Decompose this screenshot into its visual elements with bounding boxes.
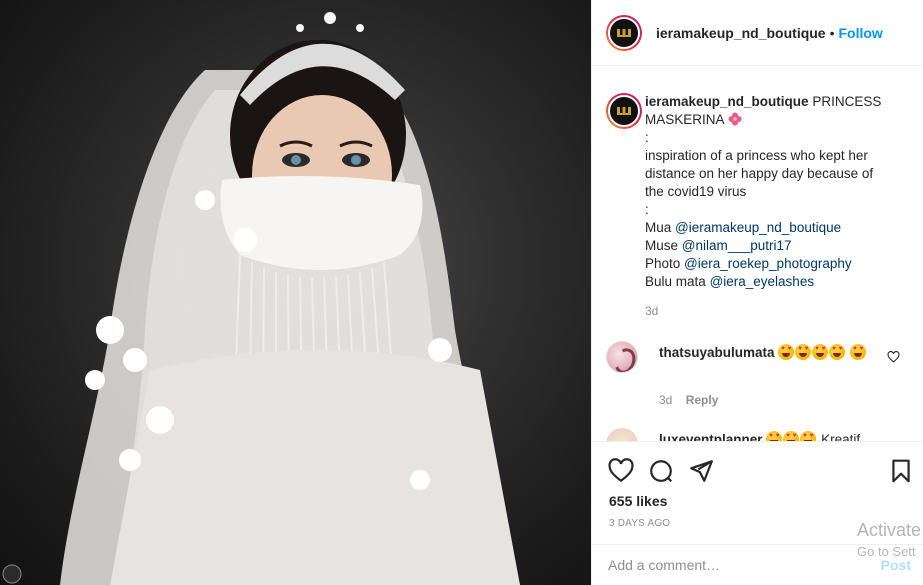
likes-count[interactable]: 655 likes: [609, 493, 667, 509]
windows-activation-watermark: Activate Go to Sett: [857, 520, 921, 560]
grimace-emoji-group: [766, 431, 821, 441]
credit-label: Mua: [645, 220, 672, 235]
credit-mention[interactable]: @nilam___putri17: [682, 238, 792, 253]
bride-illustration: [2, 12, 520, 585]
credit-label: Photo: [645, 256, 681, 271]
comment-like-heart-icon[interactable]: [887, 351, 900, 363]
commenter-avatar[interactable]: [606, 341, 638, 373]
credit-label: Bulu mata: [645, 274, 706, 289]
emoji: [783, 431, 800, 441]
caption-line: inspiration of a princess who kept her d…: [645, 148, 874, 199]
comment-input[interactable]: [608, 557, 838, 573]
post-timestamp[interactable]: 3 DAYS AGO: [609, 518, 670, 529]
heart-eyes-emoji-group: [778, 344, 867, 360]
credit-mention[interactable]: @iera_roekep_photography: [684, 256, 852, 271]
heart-eyes-emoji: [778, 344, 795, 360]
caption-line: :: [645, 202, 649, 217]
post-photo[interactable]: [0, 0, 591, 585]
author-avatar[interactable]: [606, 14, 642, 51]
header-separator: •: [829, 24, 835, 41]
heart-eyes-emoji: [829, 344, 846, 360]
comment-bubble-icon[interactable]: [648, 458, 674, 484]
credit-line: Bulu mata @iera_eyelashes: [645, 273, 895, 291]
caption-username[interactable]: ieramakeup_nd_boutique: [645, 94, 809, 109]
save-bookmark-icon[interactable]: [888, 458, 914, 484]
caption-line: :: [645, 130, 649, 145]
credit-line: Muse @nilam___putri17: [645, 237, 895, 255]
comment-time[interactable]: 3d: [659, 393, 672, 407]
credit-line: Photo @iera_roekep_photography: [645, 255, 895, 273]
post-header: ieramakeup_nd_boutique • Follow: [592, 0, 923, 66]
watermark-line: Activate: [857, 520, 922, 540]
emoji: [800, 431, 817, 441]
watermark-line: Go to Sett: [857, 544, 916, 559]
author-username[interactable]: ieramakeup_nd_boutique: [656, 25, 826, 41]
credit-label: Muse: [645, 238, 679, 253]
credit-mention[interactable]: @iera_eyelashes: [710, 274, 815, 289]
comment-text: Kreatif: [821, 432, 861, 441]
credit-line: Mua @ieramakeup_nd_boutique: [645, 219, 895, 237]
commenter-avatar[interactable]: [606, 428, 638, 441]
follow-button[interactable]: Follow: [839, 25, 883, 41]
comment-meta: 3d Reply: [659, 393, 718, 407]
comments-section[interactable]: ieramakeup_nd_boutique PRINCESS MASKERIN…: [592, 67, 923, 441]
comment-item: luxeventplanner Kreatif: [659, 431, 860, 441]
caption-text: ieramakeup_nd_boutique PRINCESS MASKERIN…: [645, 93, 895, 320]
post-sidebar: ieramakeup_nd_boutique • Follow ieramake…: [591, 0, 923, 585]
comment-username[interactable]: thatsuyabulumata: [659, 345, 775, 360]
like-heart-icon[interactable]: [608, 458, 634, 484]
emoji: [766, 431, 783, 441]
crown-icon: [617, 28, 631, 37]
heart-eyes-emoji: [850, 344, 867, 360]
crown-icon: [617, 107, 631, 115]
comment-username[interactable]: luxeventplanner: [659, 432, 763, 441]
caption-avatar[interactable]: [606, 93, 642, 129]
credit-mention[interactable]: @ieramakeup_nd_boutique: [675, 220, 841, 235]
share-paper-plane-icon[interactable]: [688, 458, 714, 484]
hibiscus-icon: [727, 112, 742, 126]
heart-eyes-emoji: [795, 344, 812, 360]
heart-eyes-emoji: [812, 344, 829, 360]
reply-button[interactable]: Reply: [686, 393, 719, 407]
comment-item: thatsuyabulumata: [659, 344, 869, 362]
caption-time[interactable]: 3d: [645, 302, 895, 320]
